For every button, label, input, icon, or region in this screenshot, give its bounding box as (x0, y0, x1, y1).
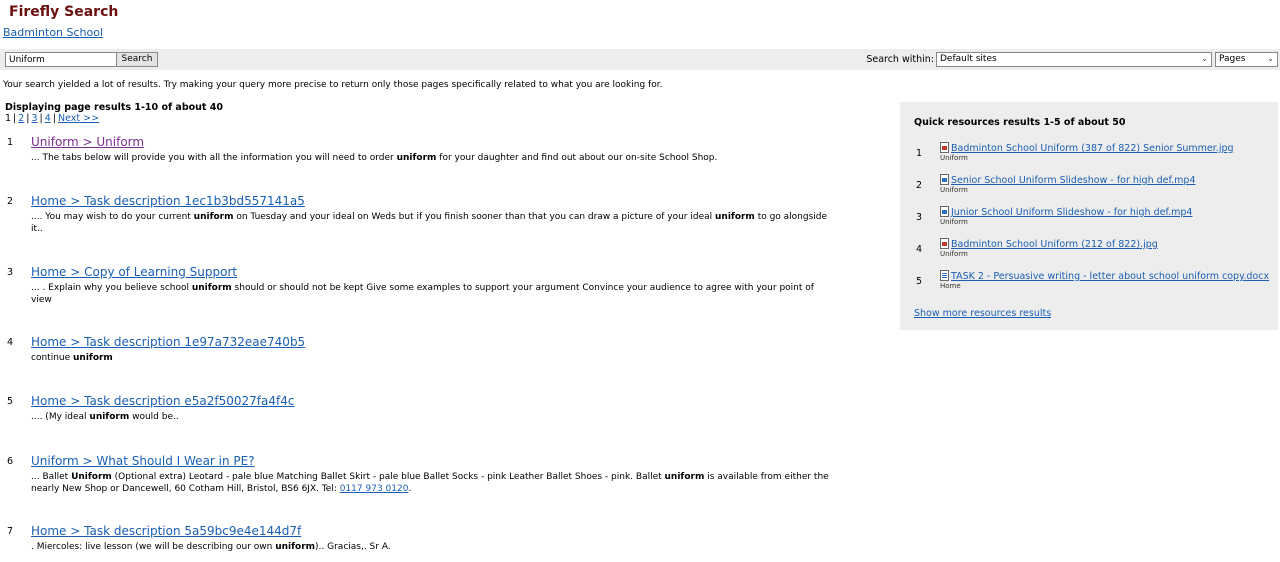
scope-select-value: Pages (1219, 54, 1246, 64)
result-number: 7 (7, 526, 14, 537)
result-snippet: continue uniform (31, 352, 831, 364)
result-snippet: .... (My ideal uniform would be.. (31, 411, 831, 423)
search-bar: Search Search within: Default sites ⌄ Pa… (0, 49, 1280, 70)
quick-resource-link[interactable]: Junior School Uniform Slideshow - for hi… (951, 207, 1192, 218)
result-number: 4 (7, 337, 14, 348)
result-number: 3 (7, 267, 14, 278)
quick-resource-link[interactable]: Badminton School Uniform (212 of 822).jp… (951, 239, 1158, 250)
search-input[interactable] (5, 52, 117, 67)
result-title-link[interactable]: Home > Copy of Learning Support (31, 265, 237, 279)
quick-resource-number: 5 (916, 276, 923, 287)
result-number: 1 (7, 137, 14, 148)
quick-resource-location: Uniform (940, 218, 968, 226)
snippet-text: continue (31, 353, 73, 363)
show-more-resources-link[interactable]: Show more resources results (914, 308, 1051, 319)
result-number: 5 (7, 396, 14, 407)
quick-resource-link[interactable]: TASK 2 - Persuasive writing - letter abo… (951, 271, 1269, 282)
highlighted-term: Uniform (71, 472, 112, 482)
image-file-icon (940, 142, 949, 153)
quick-resource-link[interactable]: Badminton School Uniform (387 of 822) Se… (951, 143, 1234, 154)
video-file-icon (940, 174, 949, 185)
quick-resource-number: 2 (916, 180, 923, 191)
search-within-label: Search within: (866, 54, 934, 65)
snippet-text: ... . Explain why you believe school (31, 283, 192, 293)
snippet-text: . (408, 484, 412, 494)
snippet-text: ... The tabs below will provide you with… (31, 153, 397, 163)
snippet-text: .... (My ideal (31, 412, 90, 422)
result-snippet: ... . Explain why you believe school uni… (31, 282, 831, 306)
result-number: 2 (7, 196, 14, 207)
search-advice: Your search yielded a lot of results. Tr… (3, 80, 663, 90)
quick-resource-link[interactable]: Senior School Uniform Slideshow - for hi… (951, 175, 1196, 186)
result-title-link[interactable]: Home > Task description 5a59bc9e4e144d7f (31, 524, 301, 538)
school-link[interactable]: Badminton School (3, 26, 103, 39)
highlighted-term: uniform (664, 472, 705, 482)
highlighted-term: uniform (89, 412, 130, 422)
scope-select[interactable]: Pages ⌄ (1215, 52, 1278, 67)
snippet-text: for your daughter and find out about our… (436, 153, 718, 163)
sites-select[interactable]: Default sites ⌄ (936, 52, 1212, 67)
snippet-text: ... Ballet (31, 472, 72, 482)
quick-resource-number: 4 (916, 244, 923, 255)
chevron-down-icon: ⌄ (1201, 54, 1208, 63)
page-link-3[interactable]: 3 (32, 113, 38, 124)
highlighted-term: uniform (73, 353, 113, 363)
chevron-down-icon: ⌄ (1267, 54, 1274, 63)
highlighted-term: uniform (396, 153, 437, 163)
highlighted-term: uniform (193, 212, 234, 222)
results-count: Displaying page results 1-10 of about 40 (5, 102, 223, 113)
next-page-link[interactable]: Next >> (58, 113, 99, 124)
result-snippet: ... The tabs below will provide you with… (31, 152, 831, 164)
result-snippet: . Miercoles: live lesson (we will be des… (31, 541, 831, 553)
snippet-text: (Optional extra) Leotard - pale blue Mat… (111, 472, 665, 482)
pagination: 1 | 2 | 3 | 4 | Next >> (5, 113, 100, 124)
result-title-link[interactable]: Uniform > Uniform (31, 135, 144, 149)
snippet-text: . Miercoles: live lesson (we will be des… (31, 542, 276, 552)
video-file-icon (940, 206, 949, 217)
result-snippet: ... Ballet Uniform (Optional extra) Leot… (31, 471, 831, 495)
quick-resource-number: 3 (916, 212, 923, 223)
phone-link[interactable]: 0117 973 0120 (340, 484, 409, 494)
result-title-link[interactable]: Home > Task description 1e97a732eae740b5 (31, 335, 305, 349)
result-title-link[interactable]: Home > Task description e5a2f50027fa4f4c (31, 394, 294, 408)
snippet-text: ).. Gracias,. Sr A. (315, 542, 391, 552)
snippet-text: .... You may wish to do your current (31, 212, 194, 222)
highlighted-term: uniform (191, 283, 232, 293)
word-document-icon (940, 270, 949, 281)
highlighted-term: uniform (275, 542, 316, 552)
result-title-link[interactable]: Home > Task description 1ec1b3bd557141a5 (31, 194, 305, 208)
quick-resource-location: Uniform (940, 154, 968, 162)
result-snippet: .... You may wish to do your current uni… (31, 211, 831, 235)
quick-resource-location: Uniform (940, 250, 968, 258)
brand-title: Firefly Search (9, 4, 119, 20)
result-title-link[interactable]: Uniform > What Should I Wear in PE? (31, 454, 255, 468)
quick-resource-number: 1 (916, 148, 923, 159)
page-link-4[interactable]: 4 (45, 113, 51, 124)
search-button[interactable]: Search (116, 52, 158, 67)
highlighted-term: uniform (715, 212, 755, 222)
quick-resources-header: Quick resources results 1-5 of about 50 (914, 117, 1126, 128)
image-file-icon (940, 238, 949, 249)
snippet-text: on Tuesday and your ideal on Weds but if… (233, 212, 715, 222)
quick-resources-panel: Quick resources results 1-5 of about 50 … (900, 102, 1278, 330)
quick-resource-location: Home (940, 282, 961, 290)
quick-resource-location: Uniform (940, 186, 968, 194)
result-number: 6 (7, 456, 14, 467)
sites-select-value: Default sites (940, 54, 997, 64)
snippet-text: would be.. (129, 412, 179, 422)
